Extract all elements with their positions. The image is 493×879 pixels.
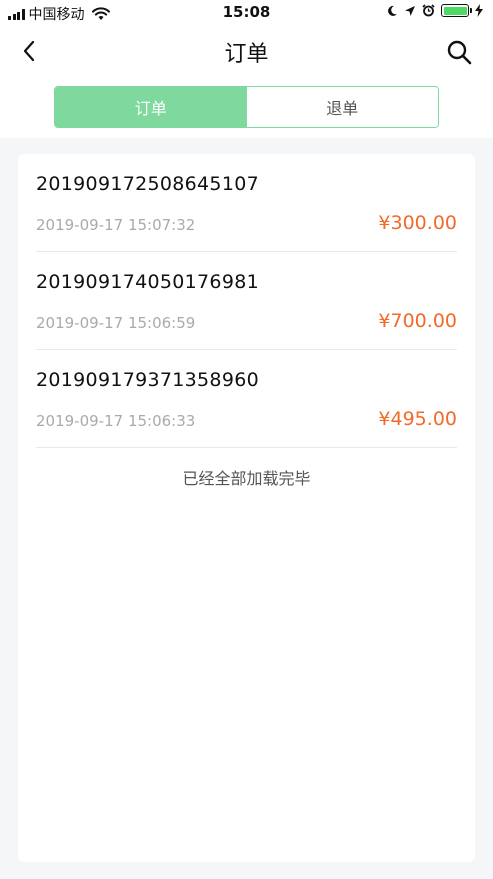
order-time: 2019-09-17 15:06:33 bbox=[36, 412, 196, 430]
tabs-container: 订单 退单 bbox=[0, 76, 493, 138]
order-amount: ¥495.00 bbox=[378, 408, 457, 430]
order-number: 201909174050176981 bbox=[36, 271, 259, 293]
order-amount: ¥300.00 bbox=[378, 212, 457, 234]
tab-orders[interactable]: 订单 bbox=[55, 87, 247, 127]
nav-bar: 订单 bbox=[0, 26, 493, 76]
order-number: 201909179371358960 bbox=[36, 369, 259, 391]
order-item[interactable]: 201909179371358960 2019-09-17 15:06:33 ¥… bbox=[36, 350, 457, 448]
alarm-icon bbox=[422, 4, 435, 17]
order-time: 2019-09-17 15:06:59 bbox=[36, 314, 196, 332]
order-amount: ¥700.00 bbox=[378, 310, 457, 332]
status-right bbox=[387, 4, 483, 17]
charging-icon bbox=[475, 4, 483, 17]
battery-icon bbox=[441, 4, 472, 17]
order-time: 2019-09-17 15:07:32 bbox=[36, 216, 196, 234]
order-number: 201909172508645107 bbox=[36, 173, 259, 195]
tab-refunds[interactable]: 退单 bbox=[246, 87, 438, 127]
location-icon bbox=[405, 5, 415, 16]
order-item[interactable]: 201909172508645107 2019-09-17 15:07:32 ¥… bbox=[36, 154, 457, 252]
segmented-tabs: 订单 退单 bbox=[54, 86, 439, 128]
search-icon[interactable] bbox=[445, 38, 473, 66]
order-list-card: 201909172508645107 2019-09-17 15:07:32 ¥… bbox=[18, 154, 475, 862]
status-bar: 中国移动 15:08 bbox=[0, 0, 493, 26]
moon-icon bbox=[388, 5, 397, 16]
order-item[interactable]: 201909174050176981 2019-09-17 15:06:59 ¥… bbox=[36, 252, 457, 350]
page-title: 订单 bbox=[224, 42, 269, 67]
list-end-text: 已经全部加载完毕 bbox=[182, 469, 311, 488]
